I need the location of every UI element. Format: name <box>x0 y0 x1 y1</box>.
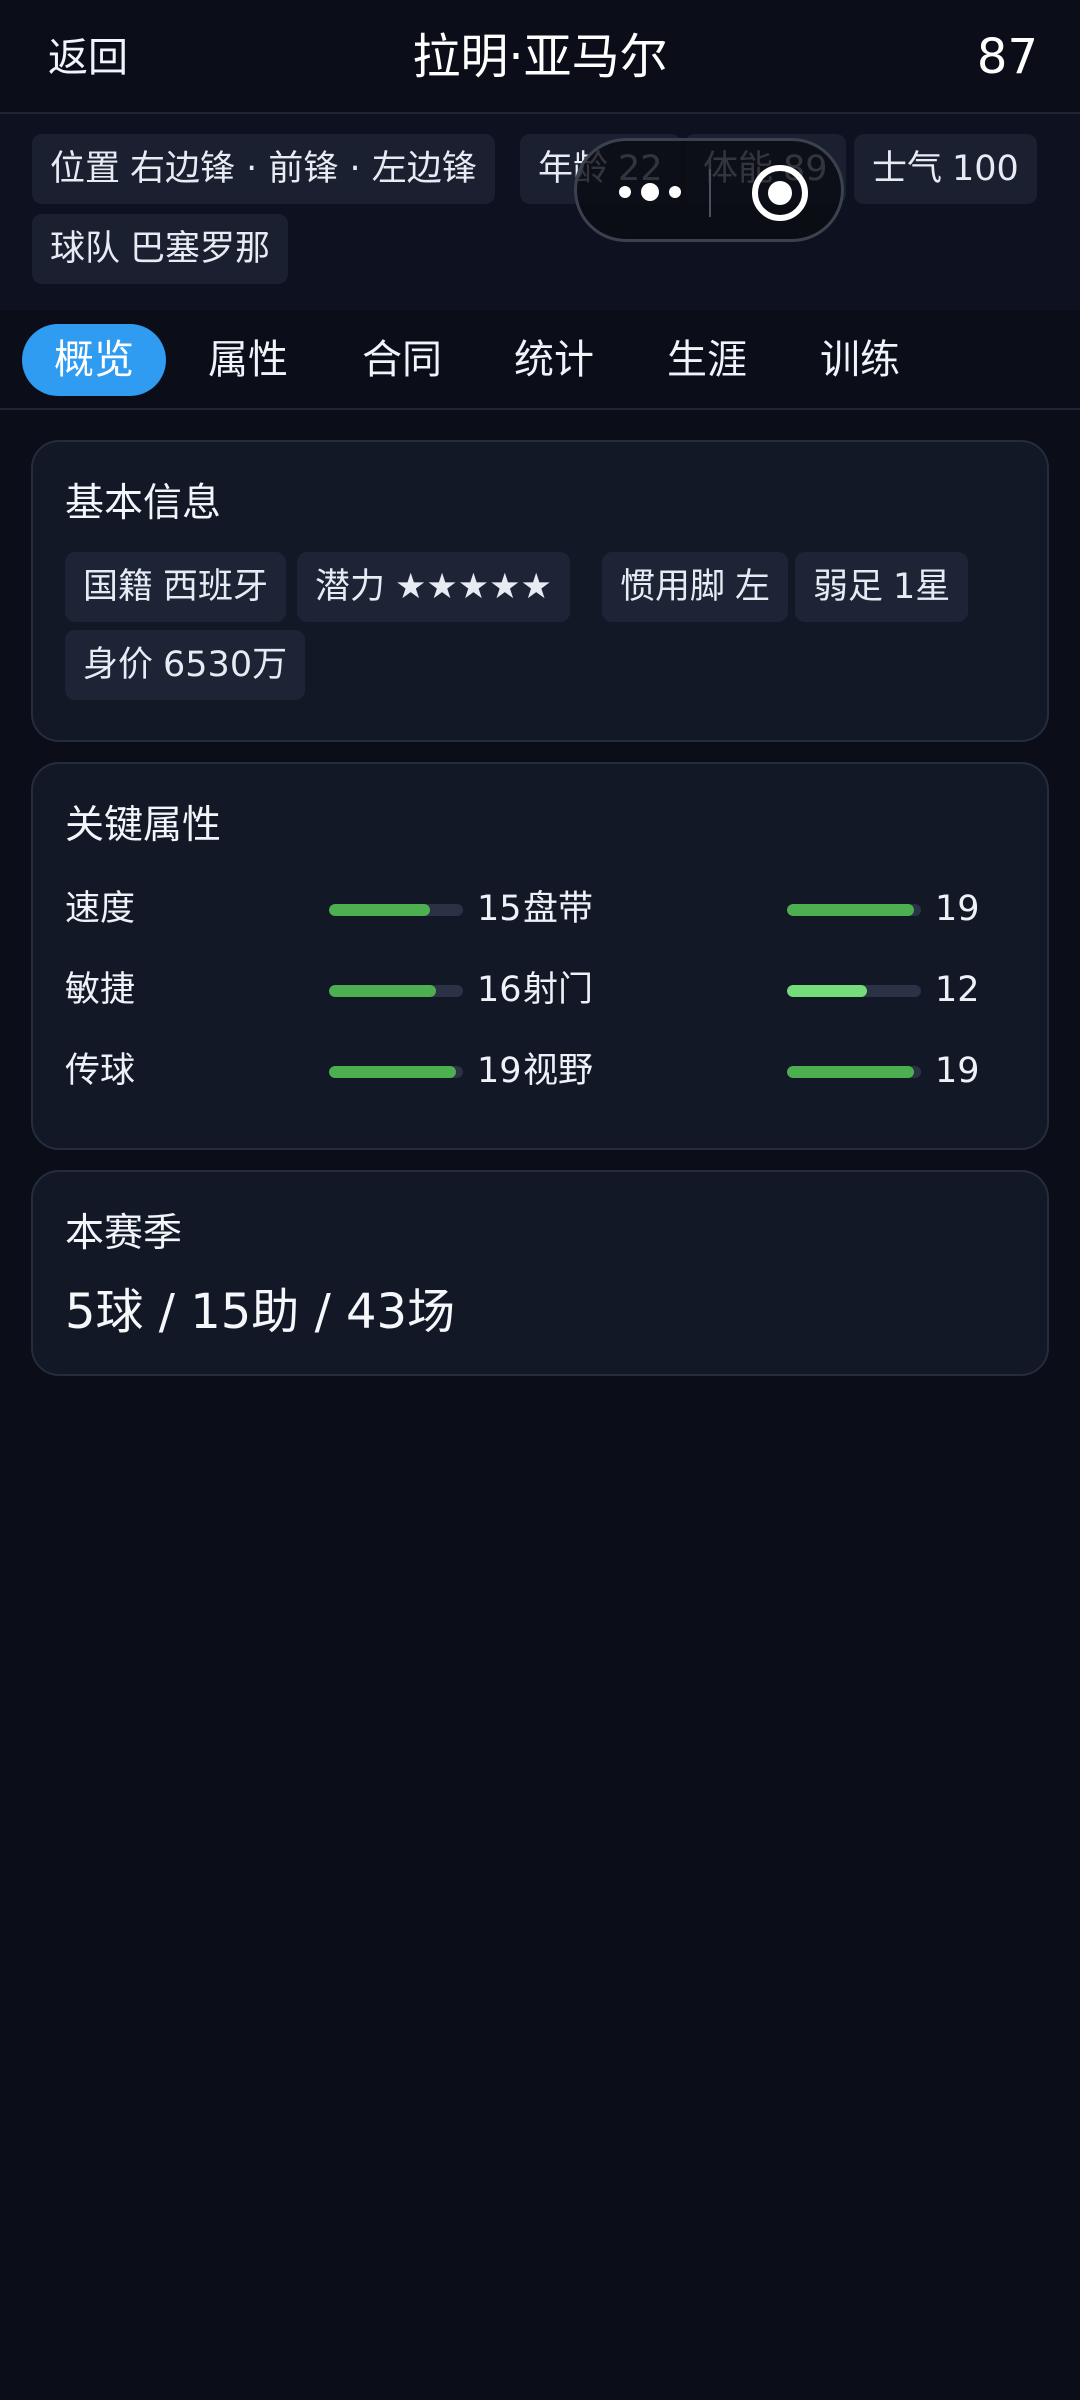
weak-foot-label: 弱足 <box>813 567 884 607</box>
page-title: 拉明·亚马尔 <box>412 29 668 85</box>
attr-bar-passing <box>329 1066 463 1078</box>
attr-label-speed: 速度 <box>65 889 136 929</box>
attr-label-vision: 视野 <box>523 1051 594 1091</box>
attr-value-vision: 19 <box>935 1051 980 1091</box>
attr-value-passing: 19 <box>477 1051 522 1091</box>
top-bar: 返回 拉明·亚马尔 87 <box>0 0 1080 114</box>
season-summary: 5球 / 15助 / 43场 <box>65 1284 456 1340</box>
preferred-foot-value: 左 <box>735 567 771 607</box>
morale-label: 士气 <box>872 149 943 189</box>
position-value: 右边锋 · 前锋 · 左边锋 <box>130 149 477 189</box>
key-attributes-title: 关键属性 <box>65 803 222 848</box>
attr-value-speed: 15 <box>477 889 522 929</box>
overall-rating: 87 <box>976 29 1038 85</box>
team-label: 球队 <box>50 229 121 269</box>
attr-value-dribbling: 19 <box>935 889 980 929</box>
key-attributes-card: 关键属性 速度 15 盘带 19 敏捷 16 射门 12 传球 19 视野 19 <box>31 762 1049 1150</box>
preferred-foot-label: 惯用脚 <box>620 567 726 607</box>
weak-foot-chip: 弱足 1星 <box>795 552 969 622</box>
tab-training[interactable]: 训练 <box>788 324 932 396</box>
tab-attributes[interactable]: 属性 <box>176 324 320 396</box>
tab-contract[interactable]: 合同 <box>330 324 474 396</box>
attr-value-agility: 16 <box>477 970 522 1010</box>
tab-career[interactable]: 生涯 <box>635 324 779 396</box>
market-value-label: 身价 <box>83 645 154 685</box>
tab-overview[interactable]: 概览 <box>22 324 166 396</box>
nationality-value: 西班牙 <box>163 567 269 607</box>
market-value-chip: 身价 6530万 <box>65 630 306 700</box>
attr-label-agility: 敏捷 <box>65 970 136 1010</box>
potential-chip: 潜力 ★★★★★ <box>297 552 570 622</box>
attr-value-shooting: 12 <box>935 970 980 1010</box>
attr-bar-vision <box>787 1066 921 1078</box>
attr-bar-shooting <box>787 985 921 997</box>
season-title: 本赛季 <box>65 1211 183 1256</box>
potential-stars: ★★★★★ <box>395 567 552 607</box>
attr-bar-speed <box>329 904 463 916</box>
weak-foot-value: 1星 <box>893 567 951 607</box>
position-label: 位置 <box>50 149 121 189</box>
preferred-foot-chip: 惯用脚左 <box>602 552 789 622</box>
tab-bar: 概览 属性 合同 统计 生涯 训练 <box>0 310 1080 410</box>
team-chip: 球队 巴塞罗那 <box>32 214 289 284</box>
basic-info-title: 基本信息 <box>65 481 222 526</box>
attr-bar-agility <box>329 985 463 997</box>
tab-stats[interactable]: 统计 <box>482 324 626 396</box>
target-circle-icon[interactable] <box>750 163 810 223</box>
attr-bar-dribbling <box>787 904 921 916</box>
attr-label-passing: 传球 <box>65 1051 136 1091</box>
position-chip: 位置 右边锋 · 前锋 · 左边锋 <box>32 134 495 204</box>
nationality-label: 国籍 <box>83 567 154 607</box>
player-header: 位置右边锋 · 前锋 · 左边锋 年龄22 体能89 士气100 球队巴塞罗那 <box>0 114 1080 310</box>
nationality-chip: 国籍 西班牙 <box>65 552 287 622</box>
basic-info-card: 基本信息 国籍 西班牙 潜力 ★★★★★ 惯用脚左 弱足 1星 身价 6530万 <box>31 440 1049 742</box>
morale-value: 100 <box>952 149 1019 189</box>
capsule-divider <box>709 169 711 217</box>
morale-chip: 士气 100 <box>854 134 1037 204</box>
capsule-menu <box>574 138 844 242</box>
team-value: 巴塞罗那 <box>130 229 271 269</box>
attr-label-dribbling: 盘带 <box>523 889 594 929</box>
more-dots-icon[interactable] <box>615 177 685 207</box>
season-card: 本赛季 5球 / 15助 / 43场 <box>31 1170 1049 1376</box>
attr-label-shooting: 射门 <box>523 970 594 1010</box>
potential-label: 潜力 <box>315 567 386 607</box>
market-value-value: 6530万 <box>163 645 288 685</box>
